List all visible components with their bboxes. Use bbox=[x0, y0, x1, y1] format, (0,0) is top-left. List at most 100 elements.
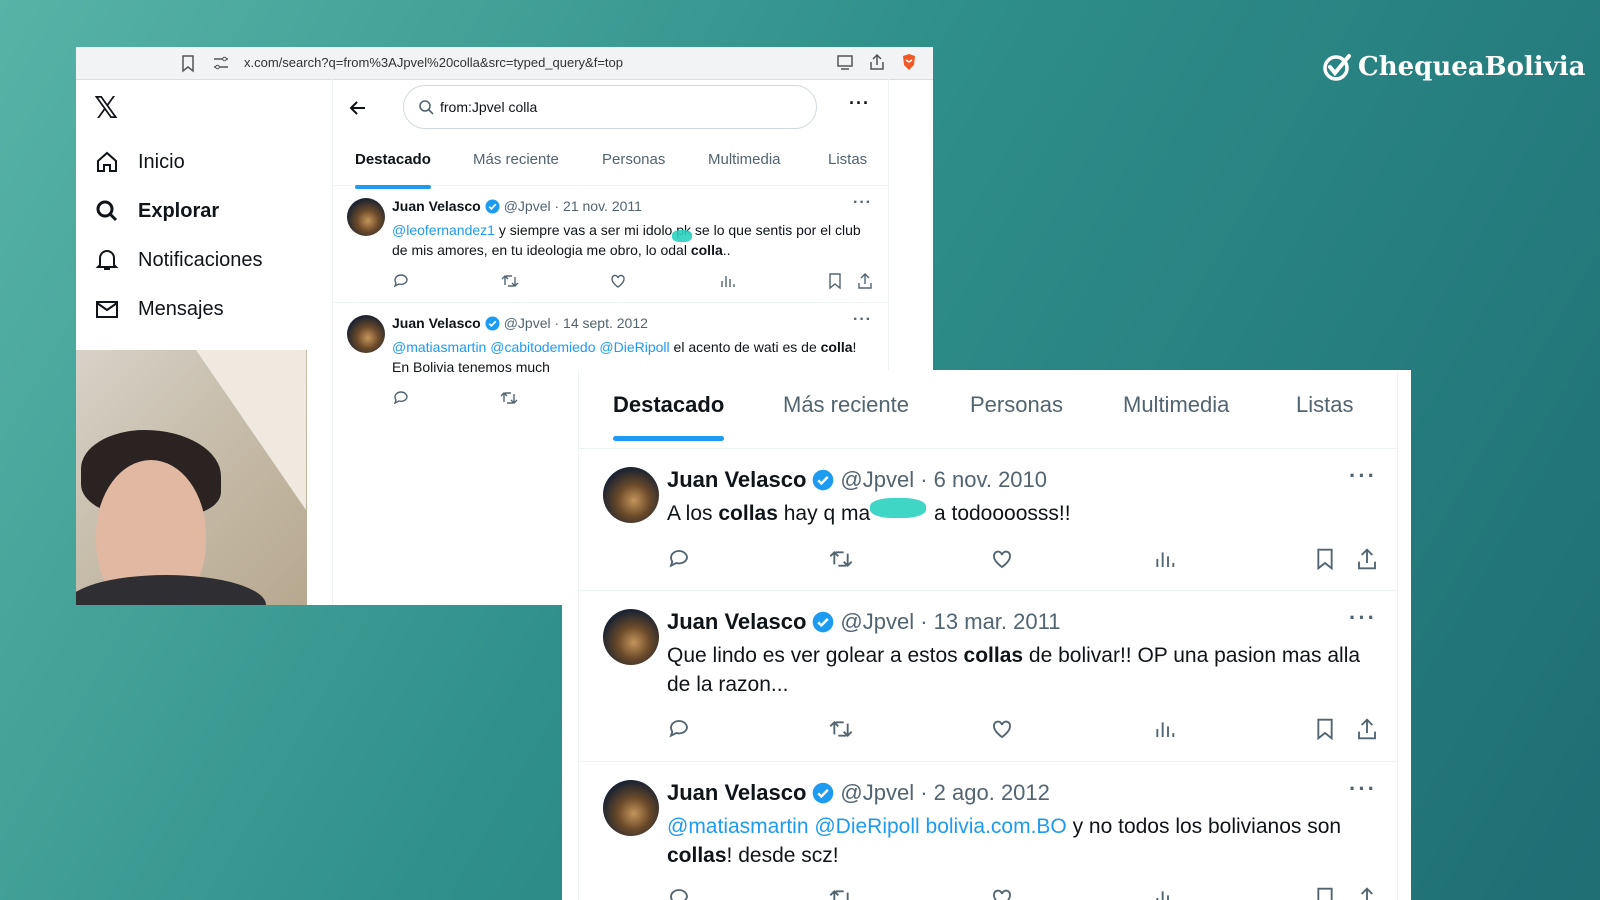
avatar[interactable] bbox=[347, 198, 385, 236]
verified-badge-icon bbox=[813, 782, 834, 804]
tab-multimedia[interactable]: Multimedia bbox=[1123, 392, 1229, 418]
bookmark-icon[interactable] bbox=[178, 53, 198, 73]
bookmark-icon[interactable] bbox=[1313, 886, 1337, 900]
views-icon[interactable] bbox=[1152, 547, 1176, 571]
share-icon[interactable] bbox=[1355, 717, 1379, 741]
reply-icon[interactable] bbox=[392, 389, 410, 407]
views-icon[interactable] bbox=[718, 272, 736, 290]
tab-personas[interactable]: Personas bbox=[602, 151, 665, 168]
tweet-more-icon[interactable]: ··· bbox=[1349, 776, 1377, 802]
sidebar-item-notificaciones[interactable]: Notificaciones bbox=[94, 247, 263, 273]
author-name[interactable]: Juan Velasco bbox=[392, 198, 481, 214]
reply-icon[interactable] bbox=[667, 886, 691, 900]
tweet-more-icon[interactable]: ··· bbox=[853, 311, 872, 329]
retweet-icon[interactable] bbox=[829, 547, 853, 571]
cast-icon[interactable] bbox=[835, 52, 855, 72]
mention-link[interactable]: @matiasmartin @cabitodemiedo @DieRipoll bbox=[392, 339, 670, 355]
share-icon[interactable] bbox=[1355, 547, 1379, 571]
bookmark-icon[interactable] bbox=[1313, 547, 1337, 571]
like-icon[interactable] bbox=[609, 272, 627, 290]
author-name[interactable]: Juan Velasco bbox=[667, 609, 806, 635]
retweet-icon[interactable] bbox=[829, 886, 853, 900]
tweet-more-icon[interactable]: ··· bbox=[1349, 463, 1377, 489]
avatar[interactable] bbox=[603, 467, 659, 523]
tweet-more-icon[interactable]: ··· bbox=[1349, 605, 1377, 631]
sidebar-item-label: Mensajes bbox=[138, 297, 224, 320]
reply-icon[interactable] bbox=[392, 272, 410, 290]
more-options-icon[interactable]: ··· bbox=[849, 93, 870, 114]
retweet-icon[interactable] bbox=[501, 272, 519, 290]
search-icon bbox=[419, 100, 434, 115]
search-input[interactable]: from:Jpvel colla bbox=[403, 85, 817, 129]
tweet-text: Que lindo es ver golear a estos collas d… bbox=[667, 644, 1361, 696]
sidebar-item-label: Explorar bbox=[138, 199, 220, 222]
author-name[interactable]: Juan Velasco bbox=[667, 467, 806, 493]
sidebar-item-mensajes[interactable]: Mensajes bbox=[94, 296, 224, 322]
author-meta: @Jpvel · 6 nov. 2010 bbox=[840, 467, 1048, 492]
retweet-icon[interactable] bbox=[500, 389, 518, 407]
verified-badge-icon bbox=[485, 315, 500, 331]
views-icon[interactable] bbox=[1152, 717, 1176, 741]
verified-badge-icon bbox=[813, 469, 834, 491]
reply-icon[interactable] bbox=[667, 547, 691, 571]
avatar[interactable] bbox=[603, 780, 659, 836]
search-tabs: Destacado Más reciente Personas Multimed… bbox=[333, 137, 888, 189]
bookmark-icon[interactable] bbox=[826, 272, 844, 290]
like-icon[interactable] bbox=[990, 717, 1014, 741]
verified-badge-icon bbox=[813, 611, 834, 633]
avatar[interactable] bbox=[347, 315, 385, 353]
retweet-icon[interactable] bbox=[829, 717, 853, 741]
search-results-column: Destacado Más reciente Personas Multimed… bbox=[578, 370, 1398, 900]
url-text[interactable]: x.com/search?q=from%3AJpvel%20colla&src=… bbox=[244, 55, 623, 70]
tweet-text: A los collas hay q ma a todoooosss!! bbox=[667, 498, 1367, 528]
brand-logo: ChequeaBolivia bbox=[1322, 52, 1586, 82]
author-meta: @Jpvel · 14 sept. 2012 bbox=[503, 315, 648, 331]
tab-destacado[interactable]: Destacado bbox=[613, 392, 725, 441]
sidebar-item-explorar[interactable]: Explorar bbox=[94, 198, 219, 224]
author-name[interactable]: Juan Velasco bbox=[392, 315, 481, 331]
avatar[interactable] bbox=[603, 609, 659, 665]
site-settings-icon[interactable] bbox=[212, 54, 230, 72]
tab-mas-reciente[interactable]: Más reciente bbox=[783, 392, 909, 418]
author-name[interactable]: Juan Velasco bbox=[667, 780, 806, 806]
home-icon bbox=[97, 151, 117, 172]
sidebar-item-inicio[interactable]: Inicio bbox=[94, 149, 185, 175]
sidebar-item-label: Inicio bbox=[138, 150, 185, 173]
verified-badge-icon bbox=[485, 198, 500, 214]
sidebar: 𝕏 Inicio Explorar Notificaciones Mensaje… bbox=[76, 79, 330, 349]
tab-listas[interactable]: Listas bbox=[1296, 392, 1353, 418]
bookmark-icon[interactable] bbox=[1313, 717, 1337, 741]
tweet-text: @leofernandez1 y siempre vas a ser mi id… bbox=[392, 222, 861, 258]
share-icon[interactable] bbox=[1355, 886, 1379, 900]
tweet-more-icon[interactable]: ··· bbox=[853, 194, 872, 212]
back-arrow-icon[interactable] bbox=[347, 97, 369, 119]
share-icon[interactable] bbox=[867, 52, 887, 72]
tab-mas-reciente[interactable]: Más reciente bbox=[473, 151, 559, 168]
like-icon[interactable] bbox=[990, 886, 1014, 900]
share-icon[interactable] bbox=[856, 272, 874, 290]
check-circle-icon bbox=[1323, 54, 1351, 81]
brave-shield-icon[interactable] bbox=[899, 52, 919, 72]
tweet[interactable]: Juan Velasco @Jpvel · 13 mar. 2011 ··· Q… bbox=[579, 591, 1397, 762]
like-icon[interactable] bbox=[990, 547, 1014, 571]
tab-multimedia[interactable]: Multimedia bbox=[708, 151, 781, 168]
zoomed-screenshot: Destacado Más reciente Personas Multimed… bbox=[562, 370, 1411, 900]
address-bar[interactable]: x.com/search?q=from%3AJpvel%20colla&src=… bbox=[76, 47, 933, 80]
search-query: from:Jpvel colla bbox=[440, 99, 538, 115]
tab-personas[interactable]: Personas bbox=[970, 392, 1063, 418]
tweet[interactable]: Juan Velasco @Jpvel · 6 nov. 2010 ··· A … bbox=[579, 449, 1397, 591]
tweet[interactable]: Juan Velasco @Jpvel · 21 nov. 2011 ··· @… bbox=[333, 186, 888, 303]
brand-name: ChequeaBolivia bbox=[1358, 52, 1586, 82]
censor-scribble bbox=[870, 498, 927, 518]
bell-icon bbox=[95, 250, 119, 270]
author-meta: @Jpvel · 21 nov. 2011 bbox=[503, 198, 642, 214]
tab-destacado[interactable]: Destacado bbox=[355, 151, 431, 189]
views-icon[interactable] bbox=[1152, 886, 1176, 900]
mention-link[interactable]: @matiasmartin @DieRipoll bolivia.com.BO bbox=[667, 815, 1067, 838]
author-meta: @Jpvel · 13 mar. 2011 bbox=[840, 609, 1061, 634]
reply-icon[interactable] bbox=[667, 717, 691, 741]
tab-listas[interactable]: Listas bbox=[828, 151, 867, 168]
mention-link[interactable]: @leofernandez1 bbox=[392, 222, 495, 238]
tweet[interactable]: Juan Velasco @Jpvel · 2 ago. 2012 ··· @m… bbox=[579, 762, 1397, 900]
x-logo-icon[interactable]: 𝕏 bbox=[94, 91, 118, 126]
